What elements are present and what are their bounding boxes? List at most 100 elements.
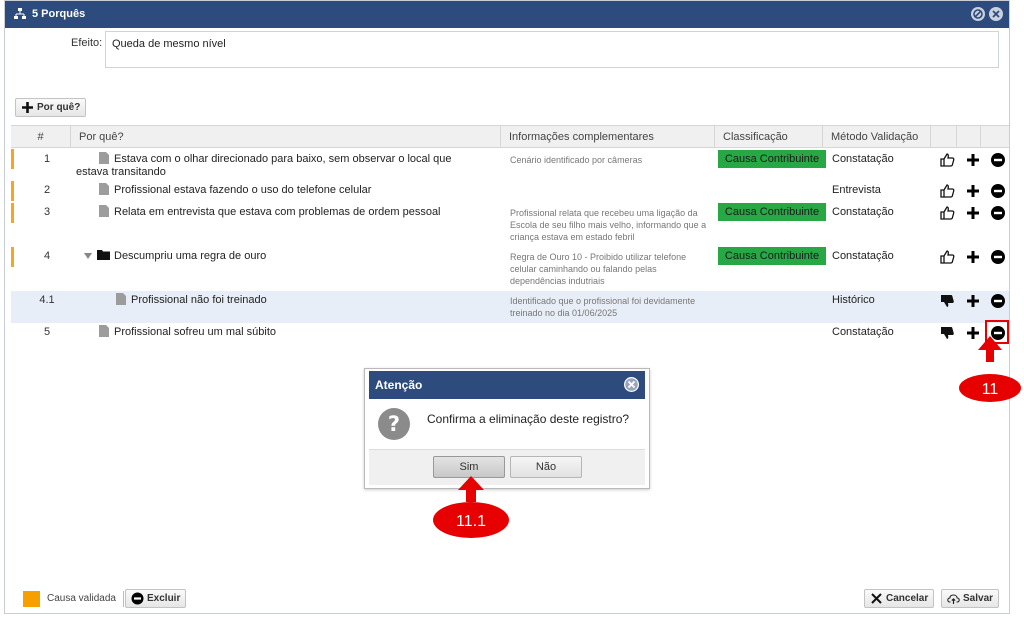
table-row[interactable]: 5 Profissional sofreu um mal súbito Cons… <box>11 320 1009 345</box>
efeito-field[interactable]: Queda de mesmo nível <box>105 31 999 68</box>
thumbs-up-icon[interactable] <box>939 152 955 168</box>
validated-marker <box>11 247 14 267</box>
cancel-label: Cancelar <box>886 593 929 604</box>
callout-step-11-1-label: 11.1 <box>456 513 486 530</box>
validated-marker <box>11 181 14 201</box>
thumbs-up-icon[interactable] <box>939 249 955 265</box>
minimize-button[interactable] <box>971 7 985 21</box>
add-por-que-button[interactable]: Por quê? <box>15 98 87 117</box>
plus-icon[interactable] <box>965 205 981 221</box>
callout-step-11-1: 11.1 <box>433 476 509 538</box>
remove-icon <box>131 592 144 605</box>
dialog-message: Confirma a eliminação deste registro? <box>427 412 630 426</box>
row-text: Estava com o olhar direcionado para baix… <box>76 153 452 178</box>
classification-badge: Causa Contribuinte <box>718 203 826 221</box>
row-number: 4 <box>43 250 51 262</box>
document-icon <box>99 183 109 195</box>
thumbs-up-icon[interactable] <box>939 183 955 199</box>
row-method: Constatação <box>832 326 894 338</box>
save-button[interactable]: Salvar <box>941 589 1000 608</box>
folder-icon <box>97 250 110 260</box>
close-icon <box>871 593 882 604</box>
row-text: Profissional não foi treinado <box>131 294 267 306</box>
plus-icon[interactable] <box>965 152 981 168</box>
dialog-title: Atenção <box>375 378 423 392</box>
header-por-que: Por quê? <box>71 126 501 148</box>
row-info: Identificado que o profissional foi devi… <box>510 296 696 318</box>
collapse-arrow-icon[interactable] <box>84 253 92 259</box>
plus-icon[interactable] <box>965 249 981 265</box>
org-chart-icon <box>14 8 26 19</box>
row-number: 2 <box>43 184 51 196</box>
plus-icon[interactable] <box>965 183 981 199</box>
footer-divider <box>123 591 124 607</box>
remove-icon[interactable] <box>990 152 1006 168</box>
close-window-button[interactable] <box>989 7 1003 21</box>
row-text: Relata em entrevista que estava com prob… <box>114 206 441 218</box>
header-action-2 <box>957 126 981 148</box>
confirm-dialog: Atenção ? Confirma a eliminação deste re… <box>364 368 650 489</box>
thumbs-down-icon[interactable] <box>939 293 955 309</box>
row-info: Cenário identificado por câmeras <box>510 155 643 165</box>
no-button[interactable]: Não <box>510 456 582 478</box>
header-metodo: Método Validação <box>823 126 931 148</box>
row-method: Constatação <box>832 153 894 165</box>
callout-step-11-label: 11 <box>982 381 999 398</box>
table-row[interactable]: 3 Relata em entrevista que estava com pr… <box>11 203 1009 245</box>
row-method: Histórico <box>832 294 875 306</box>
callout-step-11: 11 <box>959 336 1021 402</box>
remove-icon[interactable] <box>990 205 1006 221</box>
row-number: 3 <box>43 206 51 218</box>
cloud-upload-icon <box>947 594 960 604</box>
remove-icon[interactable] <box>990 249 1006 265</box>
dialog-header: Atenção <box>369 371 645 399</box>
delete-label: Excluir <box>147 593 181 604</box>
window-title: 5 Porquês <box>32 8 86 20</box>
validated-marker <box>11 203 14 223</box>
thumbs-down-icon[interactable] <box>939 325 955 341</box>
table-row[interactable]: 4.1 Profissional não foi treinado Identi… <box>11 291 1009 323</box>
document-icon <box>116 293 126 305</box>
header-classificacao: Classificação <box>715 126 823 148</box>
remove-icon[interactable] <box>990 183 1006 199</box>
row-text: Descumpriu uma regra de ouro <box>114 250 267 262</box>
plus-icon[interactable] <box>965 293 981 309</box>
plus-icon <box>22 102 33 113</box>
cancel-button[interactable]: Cancelar <box>864 589 935 608</box>
document-icon <box>99 205 109 217</box>
efeito-label: Efeito: <box>71 37 103 49</box>
row-info: Profissional relata que recebeu uma liga… <box>510 208 707 242</box>
row-number: 4.1 <box>39 294 55 306</box>
row-text: Profissional sofreu um mal súbito <box>114 326 277 338</box>
table-row[interactable]: 1 Estava com o olhar direcionado para ba… <box>11 149 1009 179</box>
row-info: Regra de Ouro 10 - Proibido utilizar tel… <box>510 252 687 286</box>
grid-header: # Por quê? Informações complementares Cl… <box>11 125 1009 148</box>
classification-badge: Causa Contribuinte <box>718 150 826 168</box>
header-info: Informações complementares <box>501 126 715 148</box>
close-icon[interactable] <box>623 376 640 393</box>
block-icon <box>973 9 983 19</box>
thumbs-up-icon[interactable] <box>939 205 955 221</box>
svg-text:?: ? <box>388 412 400 436</box>
document-icon <box>99 325 109 337</box>
row-method: Entrevista <box>832 184 881 196</box>
table-row[interactable]: 4 Descumpriu uma regra de ouro Regra de … <box>11 247 1009 289</box>
row-method: Constatação <box>832 206 894 218</box>
add-por-que-label: Por quê? <box>37 102 81 113</box>
close-icon <box>992 10 1000 18</box>
header-action-1 <box>931 126 957 148</box>
table-row[interactable]: 2 Profissional estava fazendo o uso do t… <box>11 181 1009 201</box>
legend-swatch <box>23 591 40 607</box>
validated-marker <box>11 149 14 169</box>
remove-icon[interactable] <box>990 293 1006 309</box>
row-text: Profissional estava fazendo o uso do tel… <box>114 184 372 196</box>
classification-badge: Causa Contribuinte <box>718 247 826 265</box>
row-number: 5 <box>43 326 51 338</box>
title-bar: 5 Porquês <box>5 1 1009 28</box>
row-number: 1 <box>43 153 51 165</box>
delete-button[interactable]: Excluir <box>125 589 187 608</box>
row-method: Constatação <box>832 250 894 262</box>
legend-label: Causa validada <box>47 593 116 604</box>
save-label: Salvar <box>963 593 994 604</box>
header-number: # <box>11 126 71 148</box>
